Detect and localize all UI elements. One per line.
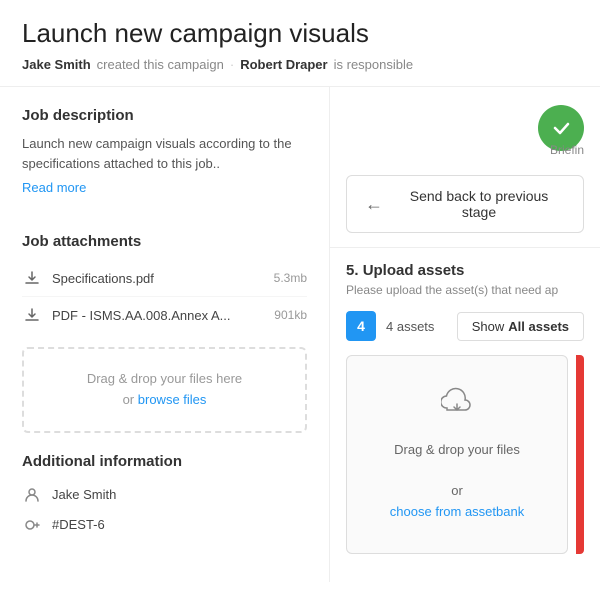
assets-bar: 4 4 assets Show All assets <box>346 311 584 341</box>
attachments-title: Job attachments <box>22 233 307 250</box>
arrow-left-icon: ← <box>365 194 383 215</box>
upload-section: 5. Upload assets Please upload the asset… <box>330 247 600 554</box>
upload-cloud-icon <box>441 386 473 432</box>
page-header: Launch new campaign visuals Jake Smith c… <box>0 0 600 87</box>
send-back-button[interactable]: ← Send back to previous stage <box>346 175 584 233</box>
dropzone-text: Drag & drop your files here <box>87 371 242 386</box>
additional-info-title: Additional information <box>22 453 307 470</box>
page-title: Launch new campaign visuals <box>22 18 578 49</box>
send-back-label: Send back to previous stage <box>393 188 565 220</box>
choose-from-assetbank-link[interactable]: choose from assetbank <box>390 502 524 523</box>
top-section: Briefin <box>330 87 600 157</box>
info-person-item: Jake Smith <box>22 480 307 510</box>
upload-section-desc: Please upload the asset(s) that need ap <box>346 283 584 297</box>
info-id: #DEST-6 <box>52 517 105 532</box>
show-label: Show <box>472 319 505 334</box>
upload-section-number: 5. <box>346 262 359 279</box>
attachments-section: Job attachments Specifications.pdf 5.3mb… <box>22 233 307 333</box>
info-id-item: #DEST-6 <box>22 510 307 540</box>
all-assets-label: All assets <box>508 319 569 334</box>
dropzone-or: or <box>123 392 135 407</box>
upload-section-title: 5. Upload assets <box>346 262 584 279</box>
created-text: created this campaign <box>97 57 224 72</box>
additional-info-section: Additional information Jake Smith <box>22 453 307 540</box>
dropzone-line1: Drag & drop your files <box>394 440 520 461</box>
responsible-text: is responsible <box>334 57 414 72</box>
upload-section-heading: Upload assets <box>363 262 465 279</box>
assets-row: Drag & drop your files or choose from as… <box>346 355 584 554</box>
attachment-size: 5.3mb <box>274 271 307 285</box>
download-icon[interactable] <box>22 305 42 325</box>
assets-dropzone[interactable]: Drag & drop your files or choose from as… <box>346 355 568 554</box>
key-icon <box>22 516 42 534</box>
right-panel: Briefin ← Send back to previous stage 5.… <box>330 87 600 582</box>
file-dropzone[interactable]: Drag & drop your files here or browse fi… <box>22 347 307 433</box>
dropzone-or: or <box>451 481 463 502</box>
header-meta: Jake Smith created this campaign · Rober… <box>22 57 578 72</box>
job-description-title: Job description <box>22 107 307 124</box>
content-area: Job description Launch new campaign visu… <box>0 87 600 582</box>
job-description-text: Launch new campaign visuals according to… <box>22 134 307 173</box>
attachment-row: PDF - ISMS.AA.008.Annex A... 901kb <box>22 297 307 333</box>
responsible-name: Robert Draper <box>240 57 327 72</box>
browse-link[interactable]: browse files <box>138 392 207 407</box>
briefing-label: Briefin <box>550 143 584 157</box>
separator: · <box>230 57 234 72</box>
person-icon <box>22 486 42 504</box>
asset-thumbnail <box>576 355 584 554</box>
assets-label: 4 assets <box>386 319 434 334</box>
attachment-name: Specifications.pdf <box>52 271 274 286</box>
show-assets-button[interactable]: Show All assets <box>457 312 584 341</box>
attachment-size: 901kb <box>274 308 307 322</box>
assets-count-badge: 4 <box>346 311 376 341</box>
attachment-name: PDF - ISMS.AA.008.Annex A... <box>52 308 274 323</box>
creator-name: Jake Smith <box>22 57 91 72</box>
download-icon[interactable] <box>22 268 42 288</box>
info-person-name: Jake Smith <box>52 487 116 502</box>
left-panel: Job description Launch new campaign visu… <box>0 87 330 582</box>
read-more-link[interactable]: Read more <box>22 180 86 195</box>
attachment-row: Specifications.pdf 5.3mb <box>22 260 307 297</box>
